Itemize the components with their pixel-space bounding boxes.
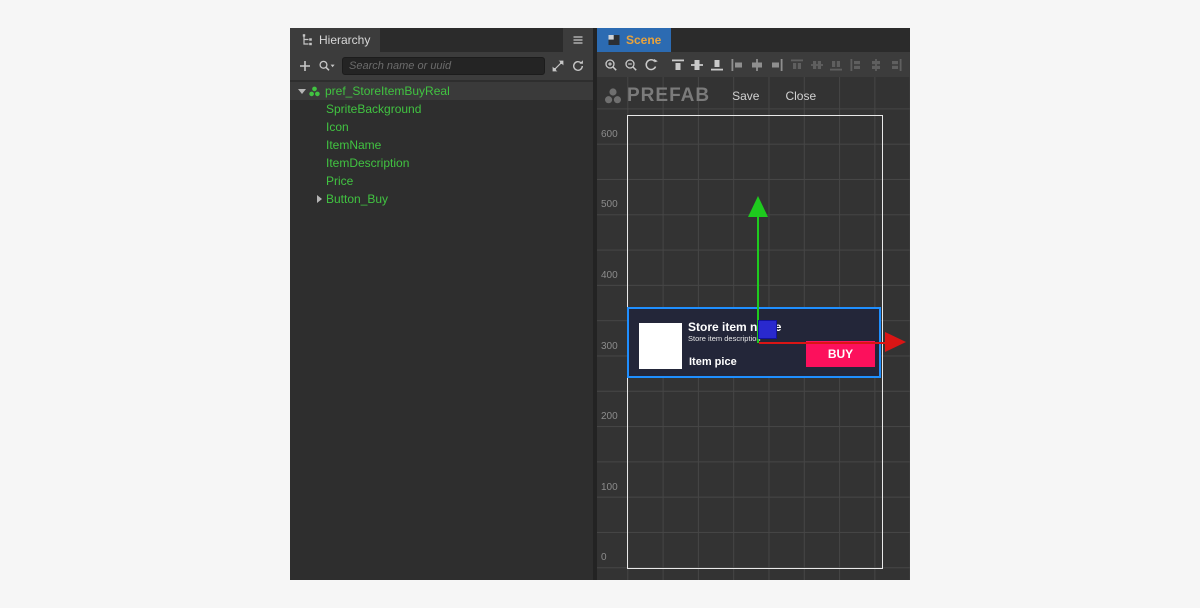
tab-hierarchy[interactable]: Hierarchy bbox=[290, 28, 381, 52]
reset-view-icon[interactable] bbox=[643, 57, 659, 73]
tabbar-spacer bbox=[671, 28, 910, 52]
tree-item-pref_StoreItemBuyReal[interactable]: pref_StoreItemBuyReal bbox=[290, 82, 593, 100]
ruler-label: 600 bbox=[601, 128, 618, 140]
editor-workspace: Hierarchy pref_StoreItemBuyReal SpriteBac… bbox=[290, 28, 910, 580]
tree-item-Icon[interactable]: Icon bbox=[290, 118, 593, 136]
hierarchy-tab-label: Hierarchy bbox=[319, 33, 371, 47]
search-input[interactable] bbox=[342, 57, 545, 75]
refresh-button[interactable] bbox=[571, 59, 585, 73]
buy-button[interactable]: BUY bbox=[806, 341, 875, 367]
tree-item-Price[interactable]: Price bbox=[290, 172, 593, 190]
tree-item-SpriteBackground[interactable]: SpriteBackground bbox=[290, 100, 593, 118]
hierarchy-tree[interactable]: pref_StoreItemBuyReal SpriteBackground Ico… bbox=[290, 80, 593, 580]
prefab-mode-overlay: PREFAB Save Close bbox=[603, 85, 816, 107]
tree-item-label: SpriteBackground bbox=[326, 102, 422, 116]
tree-item-label: ItemDescription bbox=[326, 156, 410, 170]
gizmo-y-arrow-handle[interactable] bbox=[748, 196, 768, 217]
distribute-right-icon bbox=[888, 57, 904, 73]
tree-item-ItemName[interactable]: ItemName bbox=[290, 136, 593, 154]
prefab-mode-label: PREFAB bbox=[627, 85, 711, 106]
scene-toolbar bbox=[597, 52, 910, 77]
gizmo-x-arrow-handle[interactable] bbox=[885, 332, 906, 352]
tree-item-ItemDescription[interactable]: ItemDescription bbox=[290, 154, 593, 172]
tree-item-label: Icon bbox=[326, 120, 349, 134]
scene-panel: Scene PREFAB Save Close Store item name … bbox=[597, 28, 910, 580]
tabbar-spacer bbox=[380, 28, 563, 52]
align-left-icon[interactable] bbox=[729, 57, 745, 73]
align-bottom-icon[interactable] bbox=[709, 57, 725, 73]
zoom-in-icon[interactable] bbox=[603, 57, 619, 73]
tree-item-label: Price bbox=[326, 174, 354, 188]
zoom-out-icon[interactable] bbox=[623, 57, 639, 73]
align-right-icon[interactable] bbox=[769, 57, 785, 73]
hierarchy-panel: Hierarchy pref_StoreItemBuyReal SpriteBac… bbox=[290, 28, 593, 580]
image-icon bbox=[607, 33, 621, 47]
hierarchy-icon bbox=[300, 33, 314, 47]
collapse-all-button[interactable] bbox=[551, 59, 565, 73]
item-description-label[interactable]: Store item description bbox=[688, 334, 761, 343]
hierarchy-toolbar bbox=[290, 52, 593, 80]
scene-viewport[interactable]: PREFAB Save Close Store item name Store … bbox=[597, 77, 910, 580]
save-button[interactable]: Save bbox=[732, 89, 759, 103]
tab-scene[interactable]: Scene bbox=[597, 28, 672, 52]
prefab-icon bbox=[308, 85, 321, 98]
distribute-vcenter-icon bbox=[809, 57, 825, 73]
search-filter-button[interactable] bbox=[318, 59, 336, 73]
prefab-icon bbox=[603, 86, 623, 106]
gizmo-x-axis bbox=[759, 341, 885, 344]
create-node-button[interactable] bbox=[298, 59, 312, 73]
align-vcenter-icon[interactable] bbox=[689, 57, 705, 73]
tree-item-label: pref_StoreItemBuyReal bbox=[325, 84, 450, 98]
close-button[interactable]: Close bbox=[785, 89, 816, 103]
ruler-label: 500 bbox=[601, 199, 618, 211]
align-hcenter-icon[interactable] bbox=[749, 57, 765, 73]
distribute-bottom-icon bbox=[828, 57, 844, 73]
distribute-left-icon bbox=[848, 57, 864, 73]
tree-item-Button_Buy[interactable]: Button_Buy bbox=[290, 190, 593, 208]
ruler-label: 0 bbox=[601, 552, 607, 564]
ruler-label: 300 bbox=[601, 340, 618, 352]
item-price-label[interactable]: Item pice bbox=[689, 356, 737, 368]
hierarchy-tabbar: Hierarchy bbox=[290, 28, 593, 52]
ruler-label: 200 bbox=[601, 411, 618, 423]
panel-menu-button[interactable] bbox=[563, 28, 593, 52]
align-top-icon[interactable] bbox=[670, 57, 686, 73]
distribute-hcenter-icon bbox=[868, 57, 884, 73]
distribute-top-icon bbox=[789, 57, 805, 73]
gizmo-xy-handle[interactable] bbox=[758, 320, 777, 339]
collapse-triangle-icon[interactable] bbox=[296, 88, 308, 94]
tree-item-label: ItemName bbox=[326, 138, 382, 152]
menu-icon bbox=[571, 33, 585, 47]
scene-tabbar: Scene bbox=[597, 28, 910, 52]
ruler-label: 400 bbox=[601, 269, 618, 281]
scene-tab-label: Scene bbox=[626, 33, 662, 47]
expand-triangle-icon[interactable] bbox=[313, 195, 325, 203]
tree-item-label: Button_Buy bbox=[326, 192, 389, 206]
item-icon-sprite[interactable] bbox=[639, 323, 682, 369]
ruler-label: 100 bbox=[601, 481, 618, 493]
